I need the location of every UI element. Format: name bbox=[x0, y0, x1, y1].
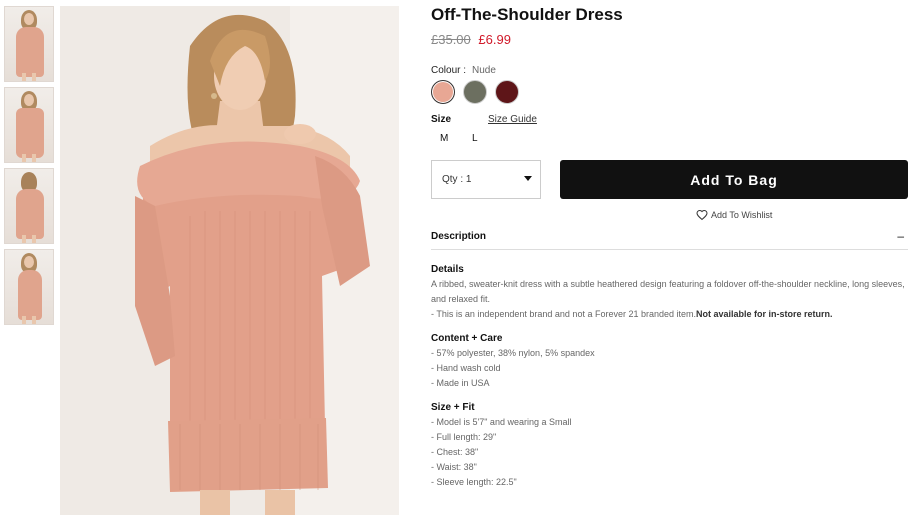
details-note-text: - This is an independent brand and not a… bbox=[431, 309, 697, 319]
heart-icon bbox=[696, 209, 708, 221]
content-care-title: Content + Care bbox=[431, 333, 503, 344]
price-row: £35.00 £6.99 bbox=[431, 32, 908, 48]
swatch-olive[interactable] bbox=[463, 80, 487, 104]
original-price: £35.00 bbox=[431, 32, 471, 47]
model-illustration bbox=[60, 6, 399, 515]
collapse-icon: – bbox=[897, 229, 904, 243]
details-note: - This is an independent brand and not a… bbox=[431, 307, 908, 322]
product-main-image[interactable] bbox=[60, 6, 399, 515]
add-to-bag-button[interactable]: Add To Bag bbox=[560, 160, 908, 199]
colour-label: Colour : bbox=[431, 65, 467, 76]
swatch-burgundy[interactable] bbox=[495, 80, 519, 104]
product-info: Off-The-Shoulder Dress £35.00 £6.99 Colo… bbox=[431, 6, 908, 490]
size-options: M L bbox=[431, 133, 908, 144]
size-label: Size bbox=[431, 114, 452, 125]
thumbnail-list bbox=[4, 6, 54, 330]
thumbnail-2[interactable] bbox=[4, 87, 54, 163]
content-line: - Hand wash cold bbox=[431, 363, 501, 373]
size-fit-title: Size + Fit bbox=[431, 402, 475, 413]
content-line: - 57% polyester, 38% nylon, 5% spandex bbox=[431, 348, 595, 358]
colour-row: Colour : Nude bbox=[431, 65, 908, 76]
thumbnail-1[interactable] bbox=[4, 6, 54, 82]
sale-price: £6.99 bbox=[478, 32, 511, 47]
quantity-select[interactable]: Qty : 1 bbox=[431, 160, 541, 199]
fit-line: - Full length: 29" bbox=[431, 432, 497, 442]
add-to-wishlist-button[interactable]: Add To Wishlist bbox=[696, 209, 816, 221]
colour-swatches bbox=[431, 80, 908, 104]
fit-line: - Sleeve length: 22.5" bbox=[431, 477, 517, 487]
fit-line: - Chest: 38" bbox=[431, 447, 479, 457]
description-accordion-header[interactable]: Description – bbox=[431, 229, 908, 250]
fit-line: - Waist: 38" bbox=[431, 462, 477, 472]
wishlist-label: Add To Wishlist bbox=[711, 210, 773, 220]
purchase-row: Qty : 1 Add To Bag bbox=[431, 160, 908, 199]
details-text: A ribbed, sweater-knit dress with a subt… bbox=[431, 277, 908, 322]
details-paragraph: A ribbed, sweater-knit dress with a subt… bbox=[431, 279, 905, 304]
size-fit-list: - Model is 5'7" and wearing a Small - Fu… bbox=[431, 415, 908, 490]
fit-line: - Model is 5'7" and wearing a Small bbox=[431, 417, 572, 427]
content-care-list: - 57% polyester, 38% nylon, 5% spandex -… bbox=[431, 346, 908, 391]
thumbnail-3[interactable] bbox=[4, 168, 54, 244]
size-option-m[interactable]: M bbox=[431, 133, 463, 144]
details-note-bold: Not available for in-store return. bbox=[696, 309, 833, 319]
size-row: Size Size Guide bbox=[431, 114, 908, 125]
size-guide-link[interactable]: Size Guide bbox=[488, 114, 537, 125]
description-heading: Description bbox=[431, 231, 487, 242]
chevron-down-icon bbox=[524, 176, 532, 181]
swatch-nude[interactable] bbox=[431, 80, 455, 104]
product-title: Off-The-Shoulder Dress bbox=[431, 5, 623, 24]
details-title: Details bbox=[431, 264, 464, 275]
quantity-value: Qty : 1 bbox=[442, 174, 472, 185]
thumbnail-4[interactable] bbox=[4, 249, 54, 325]
content-line: - Made in USA bbox=[431, 378, 490, 388]
size-option-l[interactable]: L bbox=[463, 133, 495, 144]
colour-selected-value: Nude bbox=[472, 65, 496, 76]
